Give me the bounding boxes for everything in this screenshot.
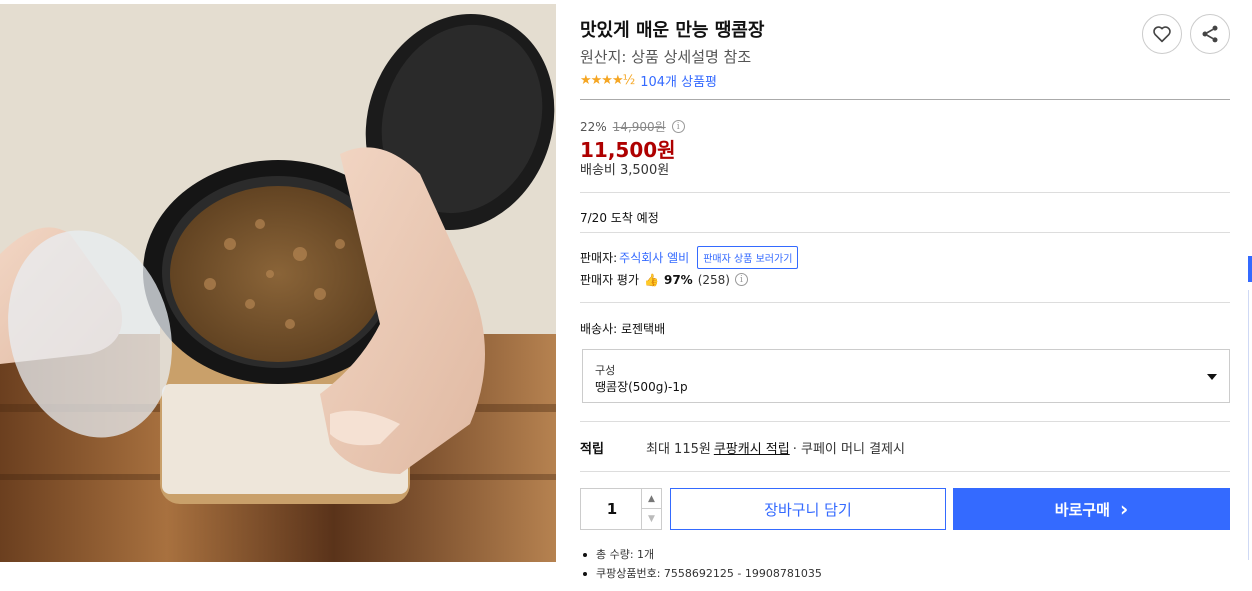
product-number: 쿠팡상품번호: 7558692125 - 19908781035 (580, 566, 822, 585)
add-to-cart-label: 장바구니 담기 (764, 500, 852, 519)
seller-rating-percent: 97% (663, 272, 693, 287)
wishlist-button[interactable] (1142, 14, 1182, 54)
share-button[interactable] (1190, 14, 1230, 54)
product-title: 맛있게 매운 만능 땡콤장 (580, 20, 765, 41)
product-image[interactable] (0, 4, 556, 562)
carrier: 배송사: 로젠택배 (580, 322, 666, 336)
thumbs-up-icon: 👍 (644, 272, 659, 287)
quantity-stepper: 1 ▲ ▼ (580, 488, 662, 530)
caret-down-icon (1207, 374, 1217, 380)
review-count-link[interactable]: 104개 상품평 (640, 71, 717, 90)
product-rating: ★★★★½ 104개 상품평 (580, 71, 717, 90)
option-label: 구성 (595, 364, 616, 377)
divider (580, 192, 1230, 193)
product-origin: 원산지: 상품 상세설명 참조 (580, 48, 752, 66)
divider (580, 232, 1230, 233)
info-icon[interactable]: i (734, 273, 748, 286)
divider (580, 99, 1230, 100)
share-icon (1202, 25, 1218, 43)
seller-label: 판매자: (580, 251, 618, 265)
buy-now-label: 바로구매 (1054, 500, 1110, 519)
quantity-input[interactable]: 1 (581, 489, 643, 529)
seller-rating-label: 판매자 평가 (580, 273, 640, 287)
arrival-date: 7/20 도착 예정 (580, 211, 659, 225)
scrollbar-thumb[interactable] (1248, 256, 1252, 282)
divider (580, 421, 1230, 422)
quantity-up-button[interactable]: ▲ (641, 489, 661, 509)
cash-label: 적립 (580, 442, 604, 457)
cash-amount: 최대 115원 (646, 442, 711, 457)
original-price: 14,900원 (612, 120, 666, 134)
coupang-cash-link[interactable]: 쿠팡캐시 적립 (714, 438, 790, 457)
seller-rating-count: (258) (697, 272, 730, 287)
info-icon[interactable]: i (671, 120, 685, 133)
seller-row: 판매자: 주식회사 엘비 판매자 상품 보러가기 (580, 246, 799, 269)
option-value: 땡콤장(500g)-1p (595, 380, 688, 394)
total-quantity: 총 수량: 1개 (580, 547, 822, 566)
shipping-fee: 배송비 3,500원 (580, 163, 670, 178)
quantity-down-button[interactable]: ▼ (641, 509, 661, 529)
heart-icon (1153, 26, 1171, 43)
seller-rating-row: 판매자 평가 👍 97% (258) i (580, 271, 748, 288)
chevron-right-icon: › (1119, 497, 1129, 521)
divider (580, 471, 1230, 472)
scrollbar-track[interactable] (1248, 290, 1249, 560)
product-meta-list: 총 수량: 1개 쿠팡상품번호: 7558692125 - 1990878103… (580, 547, 822, 585)
cash-reward-row: 적립 최대 115원 쿠팡캐시 적립 · 쿠페이 머니 결제시 (580, 438, 905, 457)
seller-products-button[interactable]: 판매자 상품 보러가기 (697, 246, 799, 269)
buy-now-button[interactable]: 바로구매 › (953, 488, 1230, 530)
price-discount-row: 22% 14,900원 i (580, 118, 685, 135)
option-select[interactable]: 구성 땡콤장(500g)-1p (582, 349, 1230, 403)
cash-condition: · 쿠페이 머니 결제시 (792, 442, 905, 457)
discount-rate: 22% (580, 119, 607, 134)
divider (580, 302, 1230, 303)
seller-name-link[interactable]: 주식회사 엘비 (619, 249, 689, 266)
add-to-cart-button[interactable]: 장바구니 담기 (670, 488, 946, 530)
product-photo-illustration (0, 4, 556, 562)
rating-stars: ★★★★½ (580, 73, 635, 88)
